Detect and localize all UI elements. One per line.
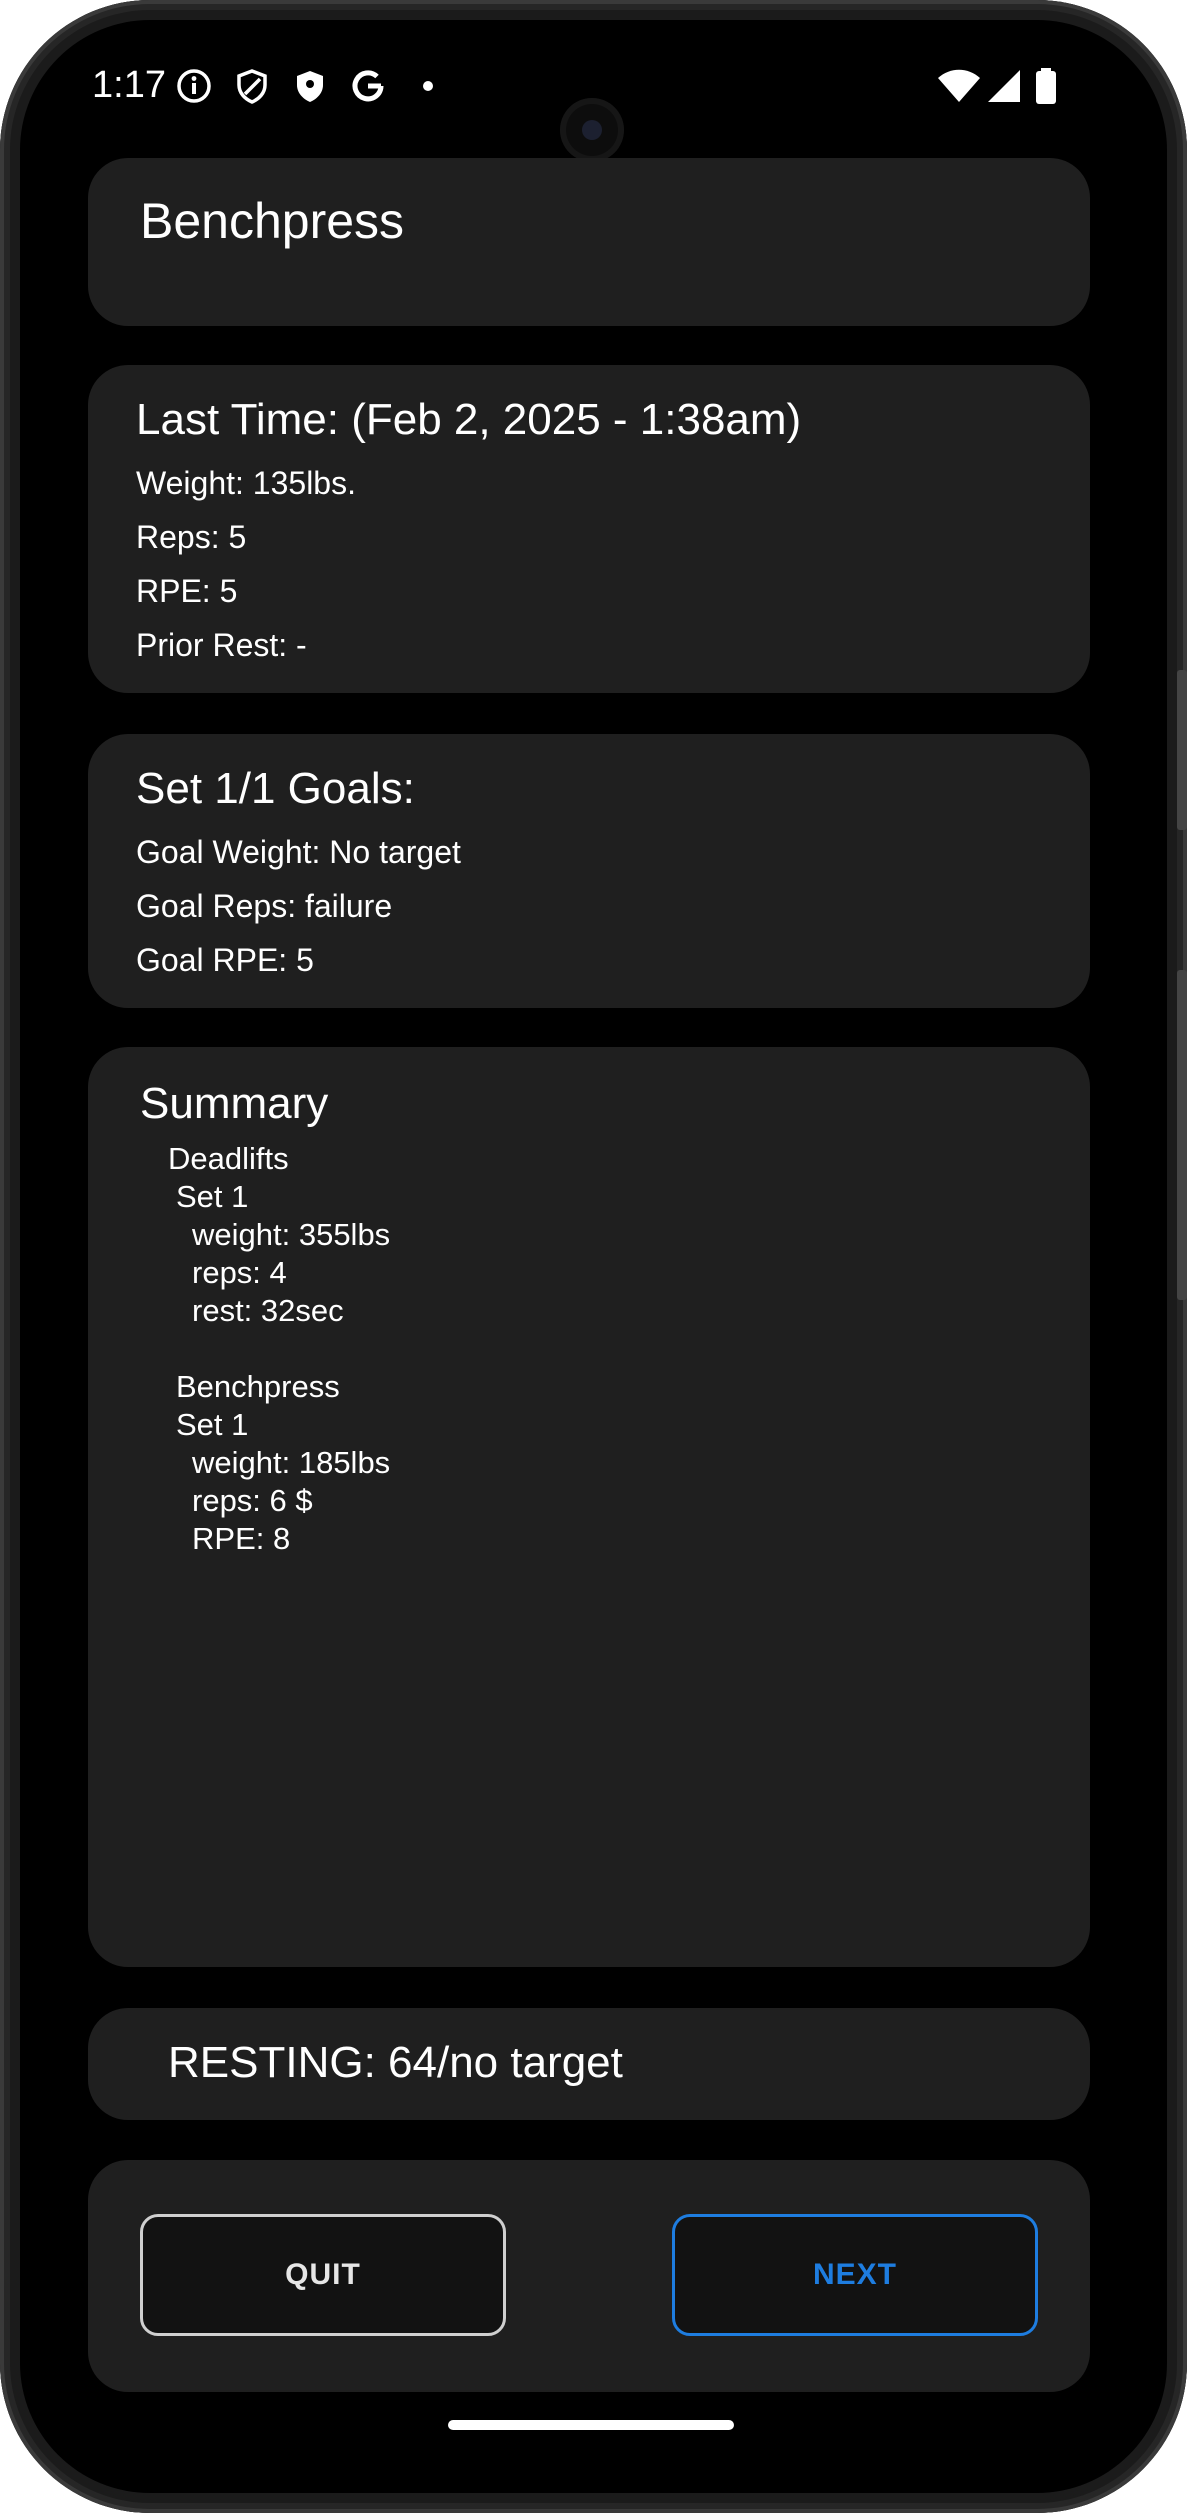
summary-line: Benchpress	[176, 1369, 340, 1404]
last-time-heading: Last Time: (Feb 2, 2025 - 1:38am)	[136, 395, 802, 444]
summary-line: Set 1	[176, 1179, 249, 1214]
summary-line: RPE: 8	[192, 1521, 291, 1556]
front-camera	[560, 98, 624, 162]
power-button	[1177, 970, 1187, 1300]
info-icon	[177, 69, 211, 103]
goals-heading: Set 1/1 Goals:	[136, 764, 415, 813]
summary-line: reps: 4	[192, 1255, 287, 1290]
summary-card: Summary Deadlifts Set 1 weight: 355lbs r…	[88, 1047, 1090, 1967]
last-prior-rest: Prior Rest: -	[136, 627, 307, 663]
home-indicator[interactable]	[448, 2420, 734, 2430]
summary-line: rest: 32sec	[192, 1293, 344, 1328]
google-icon	[352, 70, 384, 102]
last-reps: Reps: 5	[136, 519, 247, 555]
phone-frame: 1:17 Benchpress Last Time: (Feb 2, 2025 …	[0, 0, 1187, 2513]
last-time-card: Last Time: (Feb 2, 2025 - 1:38am) Weight…	[88, 365, 1090, 693]
summary-line: Set 1	[176, 1407, 249, 1442]
last-weight: Weight: 135lbs.	[136, 465, 356, 501]
next-button[interactable]: NEXT	[672, 2214, 1038, 2336]
summary-line: weight: 355lbs	[192, 1217, 391, 1252]
resting-timer: RESTING: 64/no target	[168, 2038, 623, 2087]
summary-line: reps: 6 $	[192, 1483, 313, 1518]
cellular-signal-icon	[988, 70, 1020, 102]
goals-card: Set 1/1 Goals: Goal Weight: No target Go…	[88, 734, 1090, 1008]
resting-card: RESTING: 64/no target	[88, 2008, 1090, 2120]
goal-reps: Goal Reps: failure	[136, 888, 393, 924]
battery-icon	[1036, 68, 1056, 104]
screen: 1:17 Benchpress Last Time: (Feb 2, 2025 …	[20, 20, 1167, 2493]
dot-icon	[423, 81, 433, 91]
shield-outline-icon	[237, 69, 267, 104]
wifi-icon	[938, 69, 980, 102]
status-time: 1:17	[92, 64, 166, 106]
last-rpe: RPE: 5	[136, 573, 238, 609]
volume-button	[1177, 670, 1187, 830]
summary-heading: Summary	[140, 1079, 329, 1128]
summary-line: weight: 185lbs	[192, 1445, 391, 1480]
goal-rpe: Goal RPE: 5	[136, 942, 314, 978]
exercise-card: Benchpress	[88, 158, 1090, 326]
shield-filled-icon	[297, 71, 323, 102]
goal-weight: Goal Weight: No target	[136, 834, 461, 870]
quit-button[interactable]: QUIT	[140, 2214, 506, 2336]
summary-line: Deadlifts	[168, 1141, 289, 1176]
actions-card: QUIT NEXT	[88, 2160, 1090, 2392]
exercise-title: Benchpress	[140, 193, 405, 249]
